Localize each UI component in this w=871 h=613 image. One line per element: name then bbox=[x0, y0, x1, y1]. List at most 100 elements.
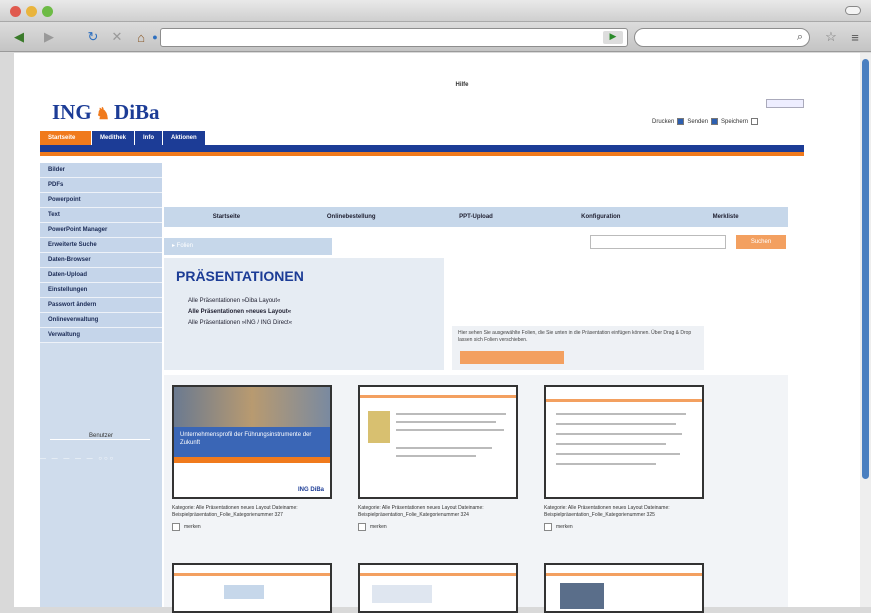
sidebar-item[interactable]: Bilder bbox=[40, 163, 162, 178]
sub-nav-item[interactable]: Konfiguration bbox=[538, 207, 663, 227]
search-button[interactable]: Suchen bbox=[736, 235, 786, 249]
go-icon[interactable]: ▶ bbox=[603, 31, 623, 44]
vertical-scrollbar[interactable] bbox=[860, 53, 871, 607]
main-nav-item[interactable]: Medithek bbox=[92, 131, 136, 146]
sub-nav-item[interactable]: Startseite bbox=[164, 207, 289, 227]
options-label: Drucken bbox=[652, 118, 675, 125]
toolbar-toggle-button[interactable] bbox=[845, 6, 861, 15]
slide-orange-strip bbox=[174, 457, 330, 463]
logo-text-left: ING bbox=[52, 100, 92, 124]
sidebar-item[interactable]: Daten-Upload bbox=[40, 268, 162, 283]
sidebar-item[interactable]: Passwort ändern bbox=[40, 298, 162, 313]
scrollbar-thumb[interactable] bbox=[862, 59, 869, 479]
window-titlebar bbox=[0, 0, 871, 22]
sub-nav: Startseite Onlinebestellung PPT-Upload K… bbox=[164, 207, 788, 227]
presentation-link[interactable]: Alle Präsentationen »neues Layout« bbox=[188, 309, 291, 315]
slide-card[interactable]: Kategorie: Alle Präsentationen neues Lay… bbox=[358, 385, 526, 531]
slide-card[interactable]: Unternehmensprofil der Führungsinstrumen… bbox=[172, 385, 340, 531]
menu-icon[interactable]: ≡ bbox=[846, 28, 864, 46]
slide-grid: Unternehmensprofil der Führungsinstrumen… bbox=[164, 375, 788, 613]
login-box[interactable] bbox=[766, 99, 804, 108]
ing-diba-logo[interactable]: ING ♞ DiBa bbox=[52, 100, 160, 125]
slide-text-line bbox=[556, 443, 666, 445]
bookmark-label: merken bbox=[556, 524, 573, 530]
close-window-button[interactable] bbox=[10, 6, 21, 17]
slide-text-line bbox=[556, 453, 680, 455]
sub-nav-item[interactable]: PPT-Upload bbox=[414, 207, 539, 227]
help-tab[interactable]: Hilfe bbox=[442, 82, 482, 92]
slide-thumbnail[interactable] bbox=[172, 563, 332, 613]
zoom-window-button[interactable] bbox=[42, 6, 53, 17]
minimize-window-button[interactable] bbox=[26, 6, 37, 17]
slide-image bbox=[368, 411, 390, 443]
slide-thumbnail[interactable] bbox=[358, 385, 518, 499]
slide-rule bbox=[174, 573, 330, 576]
presentation-link[interactable]: Alle Präsentationen »Diba Layout« bbox=[188, 298, 280, 304]
sidebar-dots: — — — — — ○○○ bbox=[40, 456, 116, 462]
search-input[interactable] bbox=[590, 235, 726, 249]
sub-nav-item[interactable]: Onlinebestellung bbox=[289, 207, 414, 227]
option-checkbox-2[interactable] bbox=[711, 118, 719, 125]
bookmark-checkbox[interactable] bbox=[544, 523, 552, 531]
reload-icon[interactable]: ↻ bbox=[84, 28, 102, 46]
bookmark-checkbox[interactable] bbox=[358, 523, 366, 531]
sidebar-item[interactable]: Verwaltung bbox=[40, 328, 162, 343]
slide-bookmark[interactable]: merken bbox=[544, 523, 712, 531]
bookmark-checkbox[interactable] bbox=[172, 523, 180, 531]
bookmark-icon[interactable]: ☆ bbox=[822, 28, 840, 46]
slide-text-line bbox=[556, 463, 656, 465]
sidebar-item[interactable]: Text bbox=[40, 208, 162, 223]
sidebar-item[interactable]: Onlineverwaltung bbox=[40, 313, 162, 328]
presentations-title: PRÄSENTATIONEN bbox=[176, 268, 304, 284]
main-nav-item[interactable]: Info bbox=[135, 131, 164, 146]
header-orange-bar bbox=[40, 152, 804, 156]
slide-thumbnail[interactable]: Unternehmensprofil der Führungsinstrumen… bbox=[172, 385, 332, 499]
slide-image bbox=[560, 583, 604, 609]
slide-rule bbox=[360, 395, 516, 398]
sidebar-item[interactable]: Einstellungen bbox=[40, 283, 162, 298]
sidebar-item[interactable]: Daten-Browser bbox=[40, 253, 162, 268]
sidebar-user-button[interactable]: Benutzer bbox=[70, 433, 132, 443]
slide-card[interactable]: Kategorie: Alle Präsentationen neues Lay… bbox=[544, 385, 712, 531]
option-label-1: Senden bbox=[687, 118, 709, 125]
search-icon: ⌕ bbox=[796, 31, 803, 43]
slide-thumbnail[interactable] bbox=[544, 385, 704, 499]
sub-nav-item[interactable]: Merkliste bbox=[663, 207, 788, 227]
sidebar: Bilder PDFs Powerpoint Text PowerPoint M… bbox=[40, 163, 162, 607]
stop-icon[interactable]: ✕ bbox=[108, 28, 126, 46]
presentation-link[interactable]: Alle Präsentationen »ING / ING Direct« bbox=[188, 320, 292, 326]
lion-icon: ♞ bbox=[95, 106, 111, 123]
bookmark-label: merken bbox=[370, 524, 387, 530]
slide-bookmark[interactable]: merken bbox=[358, 523, 526, 531]
header-options: Drucken Senden Speichern bbox=[652, 118, 759, 125]
bookmark-label: merken bbox=[184, 524, 201, 530]
back-icon[interactable]: ◀ bbox=[10, 28, 28, 46]
slide-text-line bbox=[396, 413, 506, 415]
slide-text-line bbox=[396, 429, 504, 431]
sidebar-item[interactable]: Erweiterte Suche bbox=[40, 238, 162, 253]
slide-text-line bbox=[556, 413, 686, 415]
slide-caption: Kategorie: Alle Präsentationen neues Lay… bbox=[172, 505, 298, 518]
sidebar-item[interactable]: PowerPoint Manager bbox=[40, 223, 162, 238]
slide-text-line bbox=[556, 423, 676, 425]
option-checkbox-3[interactable] bbox=[751, 118, 759, 125]
presentations-panel: PRÄSENTATIONEN Alle Präsentationen »Diba… bbox=[164, 258, 444, 370]
option-checkbox-1[interactable] bbox=[677, 118, 685, 125]
info-action-button[interactable] bbox=[460, 351, 564, 364]
sidebar-item[interactable]: Powerpoint bbox=[40, 193, 162, 208]
main-nav-item[interactable]: Aktionen bbox=[163, 131, 206, 146]
slide-image bbox=[372, 585, 432, 603]
info-panel: Hier sehen Sie ausgewählte Folien, die S… bbox=[452, 326, 704, 370]
forward-icon[interactable]: ▶ bbox=[40, 28, 58, 46]
slide-caption: Kategorie: Alle Präsentationen neues Lay… bbox=[358, 505, 484, 518]
address-bar[interactable]: ▶ bbox=[160, 28, 628, 47]
main-nav-item[interactable]: Startseite bbox=[40, 131, 92, 146]
slide-image bbox=[224, 585, 264, 599]
slide-thumbnail[interactable] bbox=[358, 563, 518, 613]
slide-thumbnail[interactable] bbox=[544, 563, 704, 613]
slide-bookmark[interactable]: merken bbox=[172, 523, 340, 531]
breadcrumb[interactable]: ▸ Folien bbox=[164, 238, 332, 255]
sidebar-item[interactable]: PDFs bbox=[40, 178, 162, 193]
browser-search-field[interactable]: ⌕ bbox=[634, 28, 810, 47]
slide-rule bbox=[546, 399, 702, 402]
